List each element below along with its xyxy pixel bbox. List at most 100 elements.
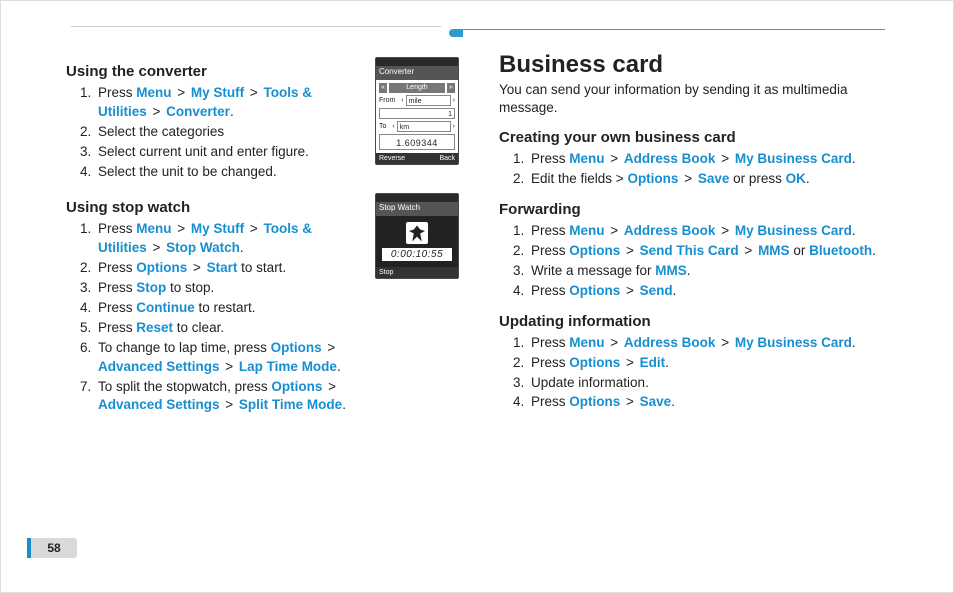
step: Select the categories: [98, 123, 363, 142]
steps-create: Press Menu > Address Book > My Business …: [499, 150, 896, 189]
ui-path-segment: Address Book: [624, 151, 716, 166]
ui-path-segment: Split Time Mode: [239, 397, 342, 412]
ui-path-segment: Edit: [640, 355, 666, 370]
ui-path-segment: Menu: [569, 223, 604, 238]
section-title-create: Creating your own business card: [499, 129, 896, 146]
to-unit: km: [397, 121, 451, 132]
intro-text: You can send your information by sending…: [499, 81, 896, 117]
device-title: Converter: [376, 66, 458, 80]
steps-converter: Press Menu > My Stuff > Tools & Utilitie…: [66, 84, 363, 181]
ui-path-segment: MMS: [655, 263, 687, 278]
ui-path-segment: Advanced Settings: [98, 359, 220, 374]
step: To change to lap time, press Options > A…: [98, 339, 363, 377]
ui-path-segment: Address Book: [624, 335, 716, 350]
path-separator: >: [620, 243, 639, 258]
step: Press Menu > Address Book > My Business …: [531, 222, 896, 241]
path-separator: >: [244, 221, 263, 236]
step: Press Options > Start to start.: [98, 259, 363, 278]
header-rule-left: [71, 25, 441, 27]
softkey-right: Back: [439, 155, 455, 162]
ui-path-segment: My Business Card: [735, 223, 852, 238]
ui-path-segment: Options: [271, 379, 322, 394]
page-number: 58: [31, 538, 77, 558]
path-separator: >: [620, 283, 639, 298]
runner-icon: [406, 222, 428, 244]
ui-path-segment: OK: [786, 171, 806, 186]
step: Update information.: [531, 374, 896, 393]
ui-path-segment: My Business Card: [735, 335, 852, 350]
ui-path-segment: Menu: [569, 151, 604, 166]
ui-path-segment: Options: [271, 340, 322, 355]
step: Write a message for MMS.: [531, 262, 896, 281]
section-title-converter: Using the converter: [66, 63, 363, 80]
stopwatch-time: 0:00:10:55: [382, 248, 452, 261]
ui-path-segment: Options: [569, 283, 620, 298]
ui-path-segment: My Business Card: [735, 151, 852, 166]
ui-path-segment: Start: [207, 260, 238, 275]
left-column: Using the converter Press Menu > My Stuf…: [66, 51, 463, 541]
page-content: Using the converter Press Menu > My Stuf…: [66, 51, 896, 541]
ui-path-segment: Lap Time Mode: [239, 359, 337, 374]
softkey-left: Reverse: [379, 155, 405, 162]
path-separator: >: [187, 260, 206, 275]
ui-path-segment: Save: [698, 171, 730, 186]
path-separator: >: [147, 240, 166, 255]
converter-screenshot: Converter «Length» From ‹mile› 1 To ‹km›…: [375, 57, 459, 165]
to-label: To: [379, 123, 386, 130]
path-separator: >: [220, 397, 239, 412]
step: Select current unit and enter figure.: [98, 143, 363, 162]
step: Press Stop to stop.: [98, 279, 363, 298]
ui-path-segment: Send This Card: [640, 243, 739, 258]
ui-path-segment: Send: [640, 283, 673, 298]
ui-path-segment: Stop Watch: [166, 240, 240, 255]
ui-path-segment: Stop: [136, 280, 166, 295]
stopwatch-screenshot: Stop Watch 0:00:10:55 Stop: [375, 193, 459, 279]
path-separator: >: [715, 223, 734, 238]
ui-path-segment: Options: [136, 260, 187, 275]
path-separator: >: [605, 335, 624, 350]
ui-path-segment: Options: [627, 171, 678, 186]
path-separator: >: [605, 223, 624, 238]
path-separator: >: [715, 335, 734, 350]
path-separator: >: [244, 85, 263, 100]
from-label: From: [379, 97, 395, 104]
ui-path-segment: Reset: [136, 320, 173, 335]
path-separator: >: [147, 104, 166, 119]
path-separator: >: [322, 379, 338, 394]
ui-path-segment: Bluetooth: [809, 243, 872, 258]
path-separator: >: [172, 85, 191, 100]
step: Press Menu > My Stuff > Tools & Utilitie…: [98, 220, 363, 258]
step: Press Menu > My Stuff > Tools & Utilitie…: [98, 84, 363, 122]
steps-updating: Press Menu > Address Book > My Business …: [499, 334, 896, 413]
softkey-left: Stop: [379, 269, 393, 276]
step: Press Reset to clear.: [98, 319, 363, 338]
path-separator: >: [715, 151, 734, 166]
ui-path-segment: My Stuff: [191, 221, 244, 236]
steps-stopwatch: Press Menu > My Stuff > Tools & Utilitie…: [66, 220, 363, 415]
section-title-updating: Updating information: [499, 313, 896, 330]
ui-path-segment: Save: [640, 394, 672, 409]
step: Press Options > Save.: [531, 393, 896, 412]
path-separator: >: [220, 359, 239, 374]
ui-path-segment: Converter: [166, 104, 230, 119]
ui-path-segment: Options: [569, 394, 620, 409]
header-rule-right: [449, 29, 885, 37]
ui-path-segment: MMS: [758, 243, 790, 258]
page-title: Business card: [499, 51, 896, 79]
from-unit: mile: [406, 95, 451, 106]
step: Press Menu > Address Book > My Business …: [531, 150, 896, 169]
path-separator: >: [322, 340, 338, 355]
step: To split the stopwatch, press Options > …: [98, 378, 363, 416]
manual-page: Using the converter Press Menu > My Stuf…: [0, 0, 954, 593]
result-value: 1.609344: [379, 134, 455, 150]
device-title: Stop Watch: [376, 202, 458, 216]
step: Edit the fields > Options > Save or pres…: [531, 170, 896, 189]
section-title-stopwatch: Using stop watch: [66, 199, 363, 216]
path-separator: >: [605, 151, 624, 166]
chevron-right-icon: »: [447, 83, 455, 93]
step: Press Options > Edit.: [531, 354, 896, 373]
ui-path-segment: Address Book: [624, 223, 716, 238]
ui-path-segment: Menu: [136, 221, 171, 236]
steps-forwarding: Press Menu > Address Book > My Business …: [499, 222, 896, 301]
ui-path-segment: My Stuff: [191, 85, 244, 100]
